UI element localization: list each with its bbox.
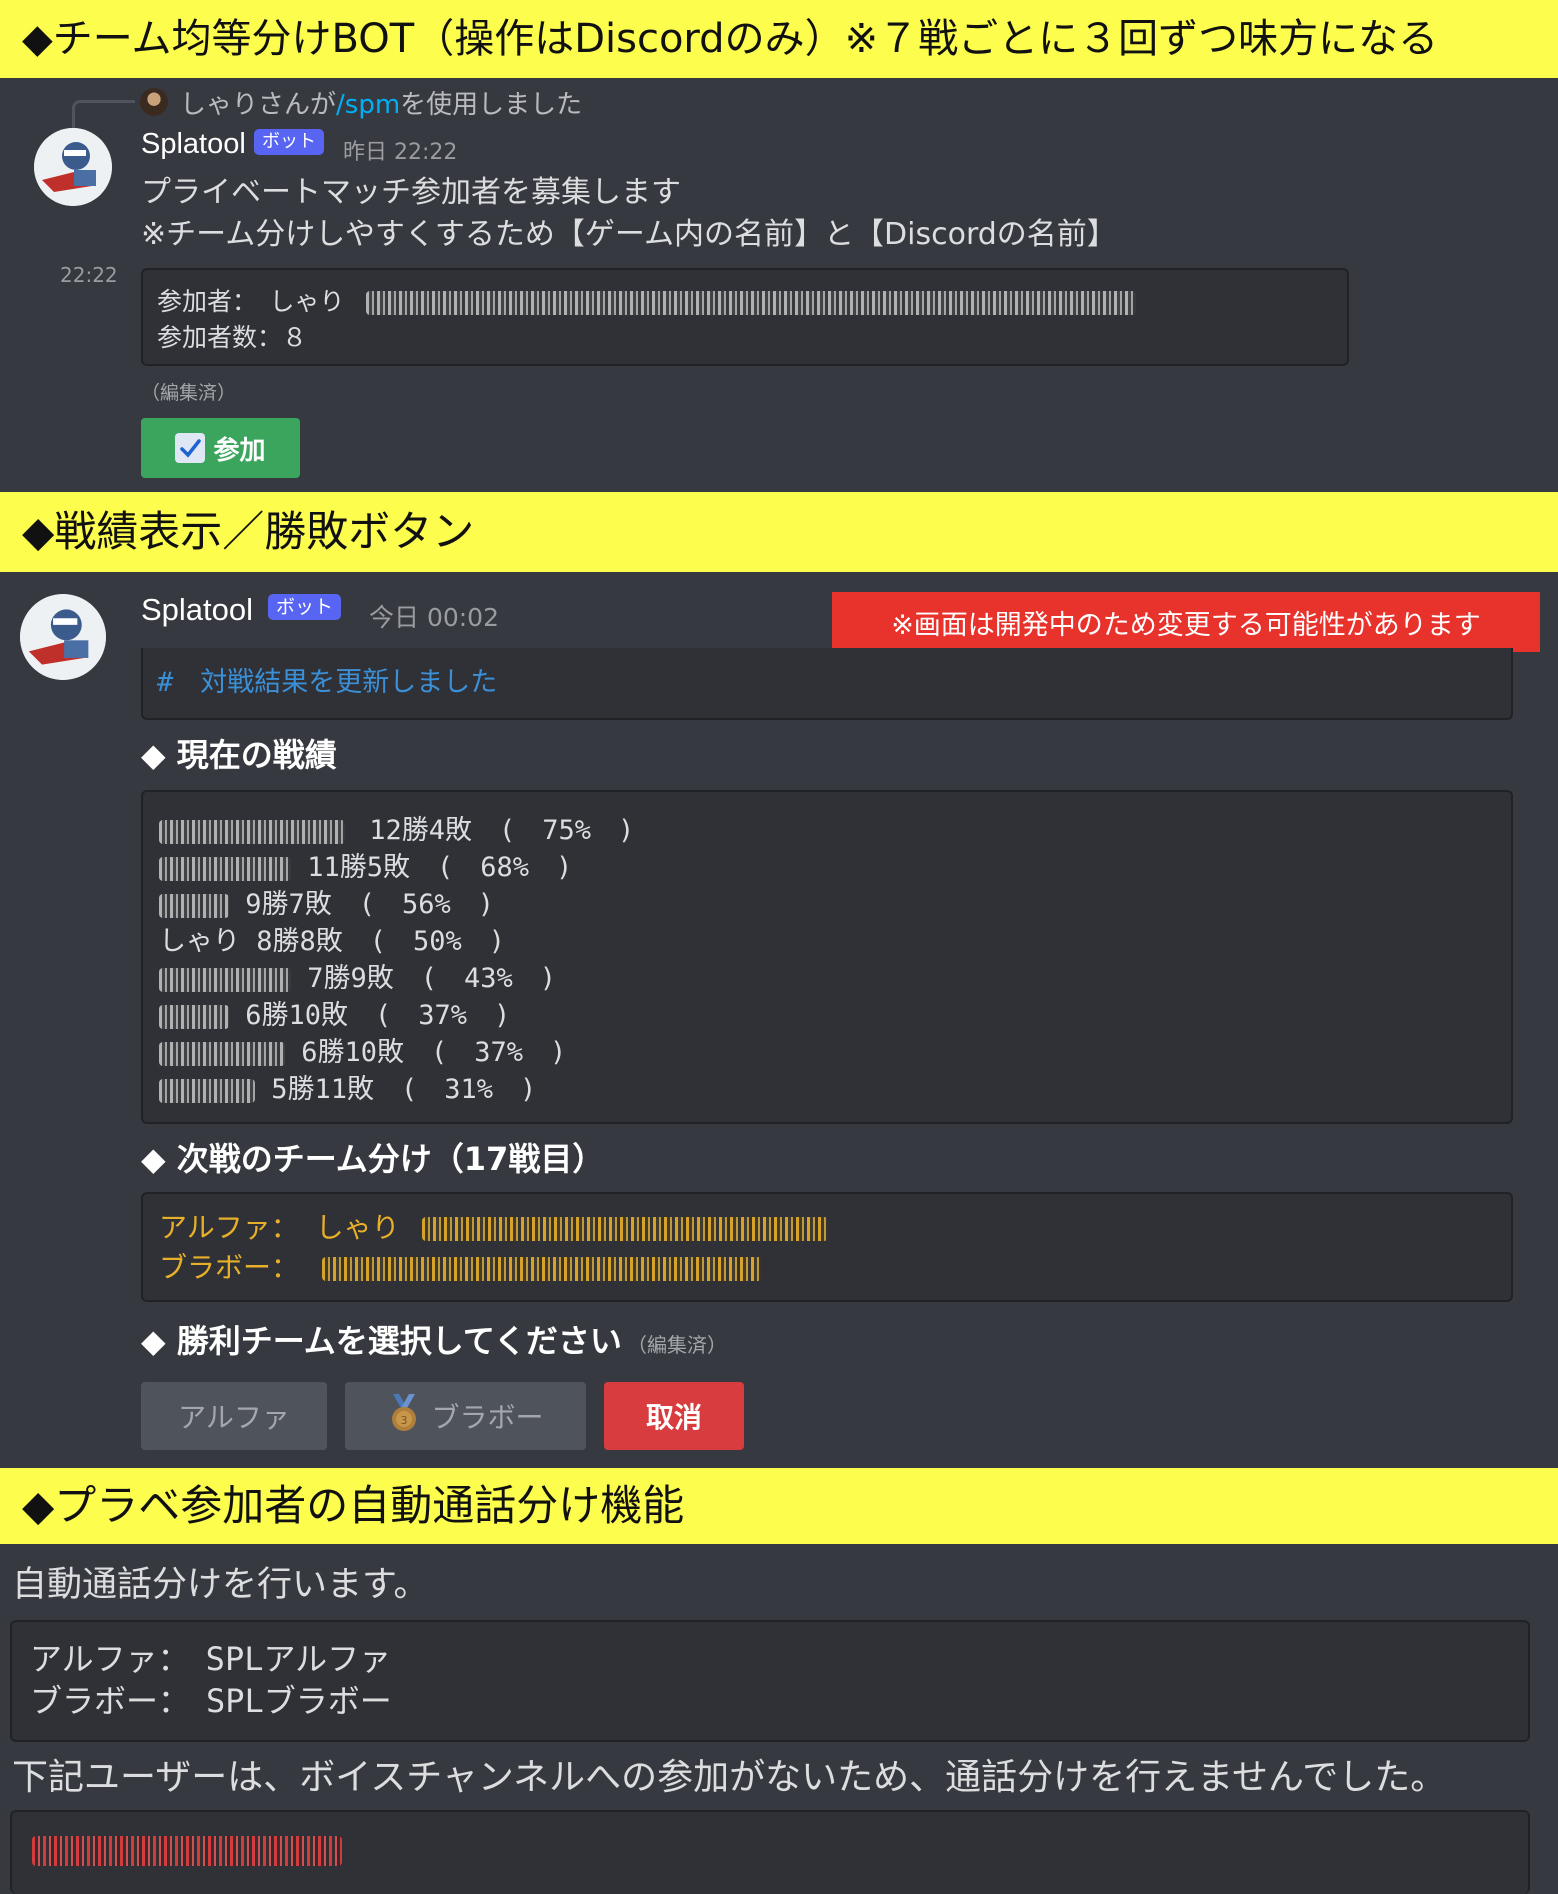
redacted-name [159,819,345,844]
alpha-win-button-label: アルファ [178,1401,290,1434]
participant-count: 参加者数：８ [157,323,308,352]
record-row: 5勝11敗 ( 31% ) [159,1067,536,1106]
teams-box: アルファ： しゃり ブラボー： [141,1192,1513,1302]
record-text: 9勝7敗 ( 56% ) [245,889,495,920]
timestamp: 昨日 22:22 [343,140,458,165]
top-banner: ◆チーム均等分けBOT（操作はDiscordのみ）※７戦ごとに３回ずつ味方になる [0,0,1558,78]
update-header: # 対戦結果を更新しました [157,667,498,698]
record-text: 6勝10敗 ( 37% ) [301,1037,567,1068]
bravo-win-button[interactable]: 3 ブラボー [345,1382,586,1450]
participants-label: 参加者： しゃり [157,287,345,316]
record-text: 6勝10敗 ( 37% ) [245,1000,511,1031]
redacted-name [159,1004,229,1029]
bravo-channel-line: ブラボー： SPLブラボー [30,1682,392,1720]
checkmark-icon [175,433,206,463]
dev-notice-text: ※画面は開発中のため変更する可能性があります [891,609,1481,641]
voice-channels-box: アルファ： SPLアルファ ブラボー： SPLブラボー [10,1620,1530,1742]
reply-line: しゃりさんが/spmを使用しました [180,84,582,121]
missing-users-box [10,1810,1530,1894]
record-row: 7勝9敗 ( 43% ) [159,956,556,995]
bot-avatar-icon [34,128,112,206]
next-heading: ◆ 次戦のチーム分け（17戦目） [141,1140,605,1178]
records-box: 12勝4敗 ( 75% ) 11勝5敗 ( 68% ) 9勝7敗 ( 56% )… [141,790,1513,1124]
redacted-missing-users [32,1836,342,1866]
voice-banner: ◆プラベ参加者の自動通話分け機能 [0,1468,1558,1544]
recruit-panel: しゃりさんが/spmを使用しました Splatool ボット 昨日 22:22 … [0,78,1558,492]
record-row: 12勝4敗 ( 75% ) [159,808,634,847]
reply-avatar [140,88,168,116]
select-heading: ◆ 勝利チームを選択してください [141,1322,622,1360]
redacted-name [159,1041,285,1066]
redacted-names [365,291,1136,315]
join-button[interactable]: 参加 [141,418,300,478]
alpha-label: アルファ： [159,1211,299,1244]
record-text: 11勝5敗 ( 68% ) [307,852,573,883]
record-text: 8勝8敗 ( 50% ) [256,926,506,957]
bravo-team-line: ブラボー： [159,1246,762,1286]
select-edited: （編集済） [626,1333,727,1357]
record-row: 6勝10敗 ( 37% ) [159,993,510,1032]
participants-box: 参加者： しゃり 参加者数：８ [141,268,1349,366]
message-line-1: プライベートマッチ参加者を募集します [141,175,681,210]
results-avatar[interactable] [20,594,106,680]
cancel-button-label: 取消 [645,1401,702,1434]
top-banner-text: ◆チーム均等分けBOT（操作はDiscordのみ）※７戦ごとに３回ずつ味方になる [22,16,1439,62]
redacted-name [159,1078,255,1103]
bravo-win-button-label: ブラボー [431,1401,544,1434]
voice-intro: 自動通話分けを行います。 [12,1565,429,1605]
redacted-name [159,967,291,992]
stats-banner: ◆戦績表示／勝敗ボタン [0,492,1558,572]
redacted-alpha-members [422,1217,829,1241]
results-username[interactable]: Splatool [141,592,253,628]
results-panel: Splatool ボット 今日 00:02 ※画面は開発中のため変更する可能性が… [0,572,1558,1468]
redacted-name [159,856,291,881]
participants-line: 参加者： しゃり [157,282,1136,318]
reply-command[interactable]: /spm [336,90,400,120]
current-heading: ◆ 現在の戦績 [141,736,337,774]
alpha-first-member: しゃり [315,1211,400,1244]
redacted-name [159,893,229,918]
voice-warning: 下記ユーザーは、ボイスチャンネルへの参加がないため、通話分けを行えませんでした。 [12,1757,1447,1798]
record-row: 6勝10敗 ( 37% ) [159,1030,566,1069]
record-row: しゃり 8勝8敗 ( 50% ) [159,919,505,958]
record-text: 12勝4敗 ( 75% ) [369,815,635,846]
bravo-label: ブラボー： [159,1251,300,1284]
alpha-channel-line: アルファ： SPLアルファ [30,1640,392,1678]
cancel-button[interactable]: 取消 [604,1382,744,1450]
voice-banner-text: ◆プラベ参加者の自動通話分け機能 [22,1481,685,1530]
record-name: しゃり [159,926,240,957]
edited-label: （編集済） [141,382,237,404]
record-row: 11勝5敗 ( 68% ) [159,845,572,884]
results-timestamp: 今日 00:02 [369,603,499,632]
bot-tag: ボット [254,129,324,155]
record-text: 7勝9敗 ( 43% ) [307,963,557,994]
avatar[interactable] [34,128,112,206]
alpha-win-button[interactable]: アルファ [141,1382,327,1450]
side-timestamp: 22:22 [60,263,118,287]
record-row: 9勝7敗 ( 56% ) [159,882,494,921]
update-box: # 対戦結果を更新しました [141,648,1513,720]
alpha-team-line: アルファ： しゃり [159,1206,829,1246]
record-text: 5勝11敗 ( 31% ) [271,1074,537,1105]
join-button-label: 参加 [213,435,266,466]
dev-notice: ※画面は開発中のため変更する可能性があります [832,592,1540,652]
stats-banner-text: ◆戦績表示／勝敗ボタン [22,507,475,556]
message-line-2: ※チーム分けしやすくするため【ゲーム内の名前】と【Discordの名前】 [141,217,1117,252]
redacted-bravo-members [321,1257,762,1281]
bot-avatar-icon [20,594,106,680]
medal-icon: 3 [387,1393,421,1439]
results-bot-tag: ボット [268,594,342,620]
username[interactable]: Splatool [141,128,246,161]
reply-suffix: を使用しました [400,90,583,120]
voice-panel: 自動通話分けを行います。 アルファ： SPLアルファ ブラボー： SPLブラボー… [0,1544,1558,1894]
reply-text: しゃりさんが [180,90,337,120]
select-heading-line: ◆ 勝利チームを選択してください （編集済） [141,1316,727,1362]
svg-text:3: 3 [401,1414,408,1427]
